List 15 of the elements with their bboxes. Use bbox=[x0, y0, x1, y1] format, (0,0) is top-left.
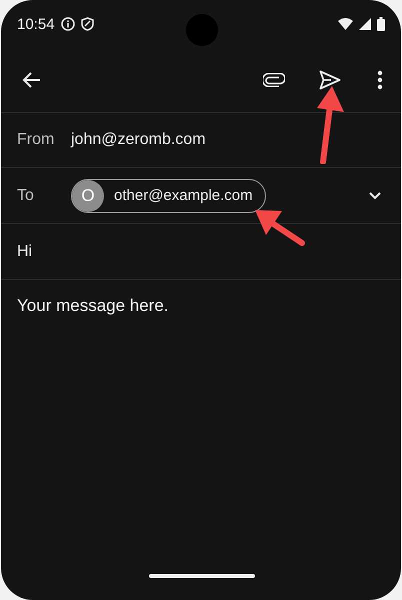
recipient-chip[interactable]: O other@example.com bbox=[71, 178, 266, 212]
info-icon bbox=[60, 17, 75, 31]
arrow-annotation bbox=[255, 210, 305, 246]
to-label: To bbox=[17, 186, 35, 204]
recipient-email: other@example.com bbox=[114, 187, 253, 204]
avatar: O bbox=[72, 180, 104, 212]
shield-icon bbox=[80, 17, 94, 31]
from-label: From bbox=[17, 131, 56, 149]
message-body[interactable]: Your message here. bbox=[17, 296, 169, 315]
from-address[interactable]: john@zeromb.com bbox=[71, 131, 206, 149]
status-time: 10:54 bbox=[17, 16, 55, 32]
signal-icon bbox=[359, 18, 371, 30]
subject-field[interactable]: Hi bbox=[17, 242, 32, 260]
wifi-icon bbox=[338, 18, 353, 30]
battery-icon bbox=[377, 17, 385, 31]
